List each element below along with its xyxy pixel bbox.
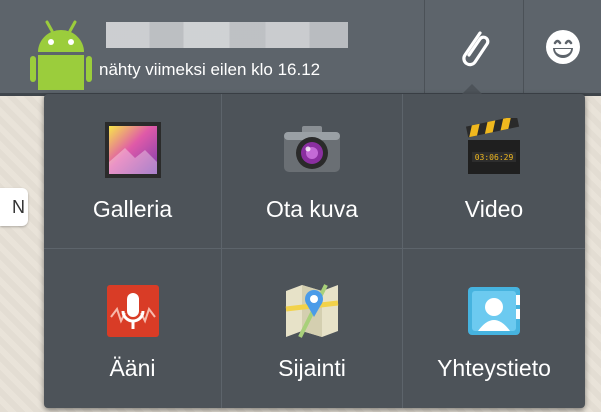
emoji-button[interactable] xyxy=(524,0,601,93)
attach-option-label: Yhteystieto xyxy=(437,355,551,381)
attach-option-audio[interactable]: Ääni xyxy=(44,249,222,408)
attach-option-label: Sijainti xyxy=(278,355,346,381)
paperclip-icon xyxy=(462,30,490,66)
message-bubble[interactable]: N xyxy=(0,188,28,226)
attach-option-label: Galleria xyxy=(92,196,173,222)
contact-avatar[interactable] xyxy=(30,18,92,90)
last-seen-status: nähty viimeksi eilen klo 16.12 xyxy=(99,60,321,79)
attach-option-label: Ota kuva xyxy=(265,196,359,222)
contact-card-icon xyxy=(468,287,520,335)
attach-option-location[interactable]: Sijainti xyxy=(222,249,403,408)
contact-name-blurred[interactable] xyxy=(106,22,348,48)
gallery-icon xyxy=(104,122,161,178)
attach-option-contact[interactable]: Yhteystieto xyxy=(403,249,585,408)
video-clapper-icon: 03:06:29 xyxy=(465,118,520,174)
attach-option-camera[interactable]: Ota kuva xyxy=(222,94,403,249)
attach-button[interactable] xyxy=(425,0,523,93)
android-avatar-icon xyxy=(30,20,92,90)
camera-icon xyxy=(284,126,340,172)
microphone-icon xyxy=(106,285,159,337)
attach-option-label: Ääni xyxy=(109,355,156,381)
attach-option-label: Video xyxy=(464,196,524,222)
map-location-icon xyxy=(285,284,339,338)
attach-option-gallery[interactable]: Galleria xyxy=(44,94,222,249)
smiley-icon xyxy=(545,29,580,64)
attach-option-video[interactable]: 03:06:29 Video xyxy=(403,94,585,249)
svg-text:03:06:29: 03:06:29 xyxy=(475,153,514,162)
chat-header: nähty viimeksi eilen klo 16.12 xyxy=(0,0,601,96)
attachment-menu: Galleria Ota kuva 03:06:29 Video Ääni Si… xyxy=(44,94,585,408)
